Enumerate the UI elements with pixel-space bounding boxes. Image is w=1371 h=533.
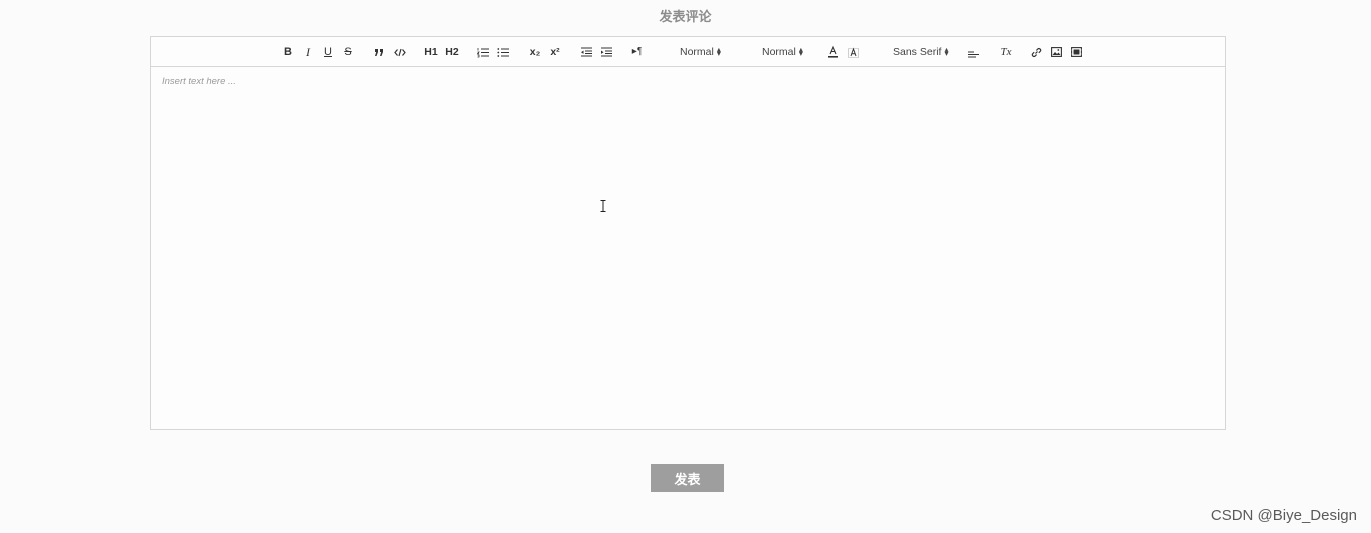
video-button[interactable] xyxy=(1069,44,1083,60)
header-picker[interactable]: Normal ▴ ▾ xyxy=(762,44,803,60)
align-icon xyxy=(967,50,979,58)
subscript-button[interactable]: x₂ xyxy=(527,44,543,60)
text-cursor-icon xyxy=(600,200,606,212)
strike-button[interactable]: S xyxy=(341,44,355,60)
chevron-updown-icon: ▴ ▾ xyxy=(798,44,803,58)
font-picker-label: Sans Serif xyxy=(893,46,942,58)
bold-button[interactable]: B xyxy=(281,44,295,60)
submit-comment-button[interactable]: 发表 xyxy=(651,464,724,492)
underline-button[interactable]: U xyxy=(321,44,335,60)
header-picker-label: Normal xyxy=(762,46,796,58)
editor-content-area[interactable]: Insert text here ... xyxy=(151,67,1225,429)
clean-button[interactable]: Tx xyxy=(999,44,1013,60)
indent-button[interactable] xyxy=(599,44,613,60)
background-icon xyxy=(847,47,859,58)
indent-icon xyxy=(601,47,612,57)
chevron-updown-icon: ▴ ▾ xyxy=(716,44,721,58)
direction-button[interactable]: ▸¶ xyxy=(629,44,645,60)
blockquote-icon xyxy=(374,48,383,56)
ordered-list-icon xyxy=(477,47,489,57)
chevron-updown-icon: ▴ ▾ xyxy=(944,44,949,58)
image-button[interactable] xyxy=(1049,44,1063,60)
color-picker-button[interactable] xyxy=(826,44,840,60)
header2-button[interactable]: H2 xyxy=(444,44,460,60)
align-picker-button[interactable] xyxy=(966,44,980,60)
size-picker[interactable]: Normal ▴ ▾ xyxy=(680,44,721,60)
background-picker-button[interactable] xyxy=(846,44,860,60)
blockquote-button[interactable] xyxy=(372,44,386,60)
ordered-list-button[interactable] xyxy=(476,44,490,60)
italic-button[interactable]: I xyxy=(302,44,314,60)
superscript-button[interactable]: x² xyxy=(547,44,563,60)
link-button[interactable] xyxy=(1029,44,1043,60)
link-icon xyxy=(1031,47,1041,57)
watermark: CSDN @Biye_Design xyxy=(1210,507,1357,524)
font-picker[interactable]: Sans Serif ▴ ▾ xyxy=(893,44,948,60)
header1-button[interactable]: H1 xyxy=(423,44,439,60)
editor-toolbar: B I U S H1 H2 x₂ x² ▸¶ Normal ▴ ▾ Normal… xyxy=(151,37,1225,67)
video-icon xyxy=(1070,47,1082,57)
code-block-icon xyxy=(394,48,406,56)
size-picker-label: Normal xyxy=(680,46,714,58)
page-title: 发表评论 xyxy=(659,10,712,25)
outdent-icon xyxy=(581,47,592,57)
editor-placeholder: Insert text here ... xyxy=(162,76,236,87)
bullet-list-icon xyxy=(497,47,509,57)
rich-text-editor: B I U S H1 H2 x₂ x² ▸¶ Normal ▴ ▾ Normal… xyxy=(150,36,1226,430)
code-block-button[interactable] xyxy=(392,44,408,60)
clean-icon: Tx xyxy=(1000,46,1012,58)
outdent-button[interactable] xyxy=(579,44,593,60)
bullet-list-button[interactable] xyxy=(496,44,510,60)
image-icon xyxy=(1050,47,1062,57)
color-icon xyxy=(828,46,838,58)
